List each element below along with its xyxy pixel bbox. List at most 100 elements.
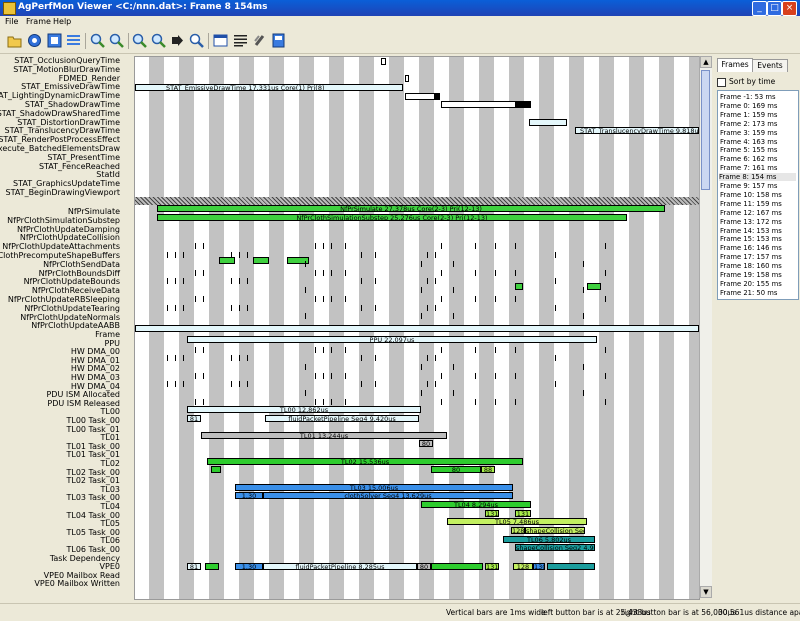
tl03-task-small[interactable]: 1,30 (235, 492, 263, 499)
tl03-seq-bar[interactable]: clothSolver Seq4 13,629us (263, 492, 513, 499)
send-data-bar[interactable] (219, 257, 235, 264)
vpe0-block-green[interactable] (431, 563, 483, 570)
track-label: STAT_LightingDynamicDrawTime (0, 91, 120, 101)
menu-frame[interactable]: Frame (26, 17, 51, 26)
maximize-button[interactable]: □ (767, 1, 782, 16)
tl00-bar[interactable]: TL00 12,862us (187, 406, 421, 413)
vpe0-block-a[interactable]: 1,30 (235, 563, 263, 570)
tl02-bar[interactable]: TL02 15,536us (207, 458, 523, 465)
frame-view-icon[interactable] (212, 32, 229, 49)
zoom-out-icon[interactable] (108, 32, 125, 49)
timeline-scrollbar[interactable]: ▲ ▼ (699, 56, 712, 598)
simulate-bar[interactable]: NfPrSimulate 27,378us Core(2-3) Pri(12-1… (157, 205, 665, 212)
tl06-seq-bar[interactable]: shapeCollision Seq2 4,91 (515, 544, 595, 551)
text-view-icon[interactable] (232, 32, 249, 49)
vpe0-small[interactable]: 81 (187, 563, 201, 570)
tl04-bar[interactable]: TL04 8,294us (421, 501, 531, 508)
send-data-bar[interactable] (253, 257, 269, 264)
minimize-button[interactable]: _ (752, 1, 767, 16)
next-icon[interactable] (169, 32, 186, 49)
frame-list-item[interactable]: Frame 10: 158 ms (720, 191, 782, 199)
tl03-bar[interactable]: TL03 15,006us (235, 484, 513, 491)
frames-list[interactable]: Frame -1: 53 ms Frame 0: 169 ms Frame 1: 1… (717, 90, 799, 300)
export-icon[interactable] (270, 32, 287, 49)
open-icon[interactable] (6, 32, 23, 49)
sort-by-time-toggle[interactable]: Sort by time (717, 77, 775, 87)
zoom-fit-icon[interactable] (131, 32, 148, 49)
frame-list-item[interactable]: Frame 11: 159 ms (720, 200, 782, 208)
refresh-icon[interactable] (46, 32, 63, 49)
tl02-task-small[interactable] (211, 466, 221, 473)
sort-checkbox[interactable] (717, 77, 726, 87)
frame-list-item[interactable]: Frame 13: 172 ms (720, 218, 782, 226)
distortion-bar[interactable] (529, 119, 567, 126)
tl01-bar[interactable]: TL01 13,244us (201, 432, 447, 439)
tl04-task-a[interactable]: 131 (485, 510, 499, 517)
find-icon[interactable] (188, 32, 205, 49)
zoom-in-icon[interactable] (89, 32, 106, 49)
timeline-view[interactable]: STAT_EmissiveDrawTime 17,331us Core(1) P… (134, 56, 700, 600)
update-bounds-bar[interactable] (587, 283, 601, 290)
list-icon[interactable] (65, 32, 82, 49)
update-bounds-bar[interactable] (515, 283, 523, 290)
frame-list-item[interactable]: Frame 7: 161 ms (720, 164, 777, 172)
scroll-down-icon[interactable]: ▼ (700, 586, 712, 598)
frame-list-item[interactable]: Frame 6: 162 ms (720, 155, 777, 163)
event-block[interactable] (405, 75, 409, 82)
reload-icon[interactable] (26, 32, 43, 49)
tl02-task-a[interactable]: 80 (431, 466, 481, 473)
tl04-task-b[interactable]: 131 (515, 510, 531, 517)
menu-file[interactable]: File (5, 17, 18, 26)
vpe0-block-b[interactable]: 80 (417, 563, 431, 570)
vpe0-seq-bar[interactable]: fluidPacketPipeline 8,285us (263, 563, 417, 570)
frame-list-item[interactable]: Frame 15: 153 ms (720, 235, 782, 243)
translucency-bar[interactable]: STAT_TranslucencyDrawTime 9,818us (575, 127, 699, 134)
tl01-task-small[interactable]: 80 (419, 440, 433, 447)
scroll-up-icon[interactable]: ▲ (700, 56, 712, 68)
vpe0-block-teal[interactable] (547, 563, 595, 570)
tl05-seq-bar[interactable]: shapeCollision Seq2 6,131 (525, 527, 585, 534)
frame-list-item[interactable]: Frame 4: 163 ms (720, 138, 777, 146)
frame-list-item[interactable]: Frame 14: 153 ms (720, 227, 782, 235)
frame-list-item[interactable]: Frame 21: 50 ms (720, 289, 777, 297)
frame-list-item[interactable]: Frame 3: 159 ms (720, 129, 777, 137)
event-tick (361, 381, 362, 387)
frame-bar[interactable] (135, 325, 699, 332)
ppu-bar[interactable]: PPU 22,097us (187, 336, 597, 343)
scroll-thumb[interactable] (701, 70, 710, 190)
frame-list-item[interactable]: Frame 17: 157 ms (720, 253, 782, 261)
tl06-bar[interactable]: TL06 5,802us (503, 536, 595, 543)
shadow-bar-dark[interactable] (515, 101, 531, 108)
substep-bar[interactable]: NfPrClothSimulationSubstep 25,276us Core… (157, 214, 627, 221)
tl00-task-small[interactable]: 81 (187, 415, 201, 422)
frame-list-item[interactable]: Frame -1: 53 ms (720, 93, 776, 101)
frame-list-item[interactable]: Frame 12: 167 ms (720, 209, 782, 217)
tab-events[interactable]: Events (752, 59, 788, 72)
vpe0-block-c[interactable]: 131 (485, 563, 499, 570)
frame-list-item[interactable]: Frame 16: 146 ms (720, 244, 782, 252)
link-icon[interactable] (251, 32, 268, 49)
tl05-task-a[interactable]: 128 (511, 527, 525, 534)
close-button[interactable]: × (782, 1, 797, 16)
tab-frames[interactable]: Frames (717, 58, 753, 72)
zoom-region-icon[interactable] (150, 32, 167, 49)
lighting-bar[interactable] (405, 93, 440, 100)
tl05-bar[interactable]: TL05 7,486us (447, 518, 587, 525)
frame-list-item[interactable]: Frame 2: 173 ms (720, 120, 777, 128)
tl02-task-b[interactable]: 88 (481, 466, 495, 473)
tl00-seq-bar[interactable]: fluidPacketPipeline Seq4 9,420us (265, 415, 419, 422)
emissive-bar[interactable]: STAT_EmissiveDrawTime 17,331us Core(1) P… (135, 84, 403, 91)
vpe0-block-d[interactable]: 128 (513, 563, 533, 570)
vpe0-block[interactable] (205, 563, 219, 570)
frame-list-item[interactable]: Frame 0: 169 ms (720, 102, 777, 110)
vpe0-block-e[interactable]: 1300 (533, 563, 545, 570)
menu-help[interactable]: Help (53, 17, 71, 26)
frame-list-item[interactable]: Frame 19: 158 ms (720, 271, 782, 279)
frame-list-item[interactable]: Frame 18: 160 ms (720, 262, 782, 270)
frame-list-item[interactable]: Frame 5: 155 ms (720, 146, 777, 154)
frame-list-item[interactable]: Frame 1: 159 ms (720, 111, 777, 119)
frame-list-item[interactable]: Frame 9: 157 ms (720, 182, 777, 190)
frame-list-item[interactable]: Frame 20: 155 ms (720, 280, 782, 288)
event-block[interactable] (381, 58, 386, 65)
frame-list-item[interactable]: Frame 8: 154 ms (719, 173, 796, 182)
